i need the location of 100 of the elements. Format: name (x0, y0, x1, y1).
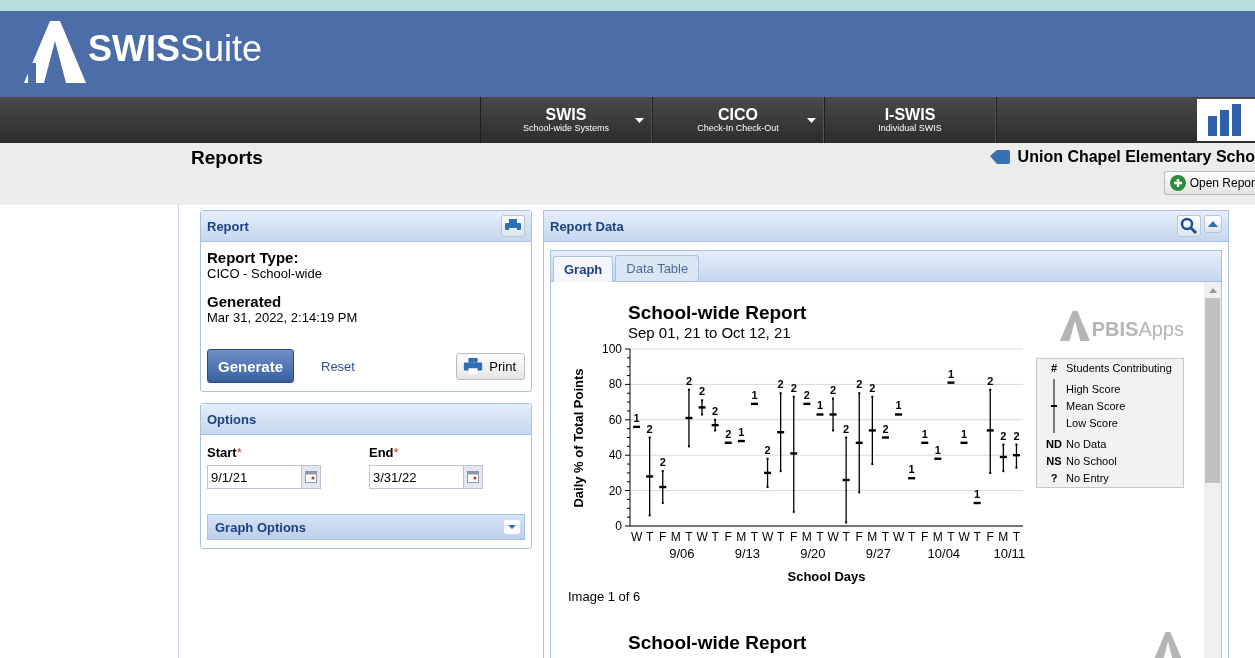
day-label: T (842, 530, 850, 544)
high-score-point (871, 395, 874, 398)
day-label: F (724, 530, 732, 544)
day-label: T (777, 530, 785, 544)
field-value: Mar 31, 2022, 2:14:19 PM (207, 310, 359, 325)
student-count: 2 (659, 456, 666, 469)
legend-symbol: ND (1045, 438, 1063, 450)
low-score-point (648, 514, 651, 517)
open-report-button[interactable]: Open Repor (1163, 171, 1255, 195)
mean-score-mark (777, 431, 785, 434)
day-label: T (646, 530, 654, 544)
student-count: 2 (1000, 429, 1007, 442)
student-count: 1 (921, 427, 928, 440)
week-label: 9/06 (669, 546, 695, 561)
student-count: 2 (790, 381, 797, 394)
day-label: T (1012, 530, 1021, 544)
low-score-point (766, 486, 769, 489)
high-score-point (779, 392, 782, 395)
day-label: T (973, 530, 981, 544)
scrollbar[interactable] (1204, 282, 1221, 658)
student-count: 2 (685, 374, 692, 387)
student-count: 1 (961, 427, 968, 440)
date-label: End (369, 445, 394, 460)
plus-icon (1169, 175, 1186, 191)
school-name: Union Chapel Elementary Scho (1017, 148, 1255, 166)
legend-label: Students Contributing (1066, 362, 1172, 374)
search-icon[interactable] (1177, 215, 1201, 237)
tab[interactable]: Graph (553, 256, 614, 282)
score-range-icon (1051, 379, 1057, 433)
low-score-point (687, 445, 690, 448)
graph-title: School-wide Report (628, 302, 807, 324)
field-label: Report Type: (207, 249, 300, 266)
student-count: 2 (777, 378, 784, 391)
week-label: 10/04 (927, 546, 961, 561)
student-count: 2 (882, 422, 889, 435)
day-label: F (921, 530, 929, 544)
score-range-line (662, 470, 664, 504)
mean-score-mark (895, 413, 903, 416)
bar-chart-icon[interactable] (1197, 99, 1255, 141)
high-score-point (792, 395, 795, 398)
tab[interactable]: Data Table (615, 255, 700, 281)
day-label: M (736, 530, 747, 544)
student-count: 1 (947, 367, 954, 380)
day-label: W (958, 530, 970, 544)
legend-symbol: # (1049, 362, 1059, 374)
week-label: 9/20 (800, 546, 826, 561)
mean-score-mark (908, 477, 916, 480)
legend-symbol: NS (1045, 455, 1063, 467)
student-count: 2 (856, 378, 863, 391)
print-button[interactable]: Print (456, 352, 525, 380)
score-range-line (766, 458, 769, 488)
mean-score-mark (855, 441, 863, 444)
score-range-line (832, 397, 834, 432)
date-field[interactable]: 9/1/21 (207, 465, 321, 489)
score-range-line (1015, 443, 1018, 469)
low-score-point (1015, 466, 1018, 469)
day-label: M (867, 530, 878, 544)
score-range-line (871, 396, 873, 465)
legend-label: No Data (1066, 438, 1107, 450)
mean-score-mark (711, 423, 719, 427)
day-label: F (790, 530, 798, 544)
panel-title: Report (207, 218, 249, 234)
day-label: T (816, 530, 824, 544)
low-score-point (701, 413, 704, 416)
collapse-icon[interactable] (1204, 215, 1222, 233)
date-label: Start (207, 445, 237, 460)
app-logo-text: SWISSuite (88, 31, 263, 67)
student-count: 1 (633, 411, 640, 424)
graph-options-bar[interactable]: Graph Options (207, 514, 525, 540)
required-mark: * (393, 445, 399, 460)
score-range-line (1002, 443, 1004, 472)
student-count: 2 (830, 383, 837, 396)
day-label: W (827, 530, 839, 544)
day-label: F (855, 530, 863, 544)
score-range-line (701, 399, 703, 416)
y-tick-label: 20 (608, 483, 622, 498)
day-label: T (908, 530, 916, 544)
student-count: 2 (764, 443, 771, 456)
y-tick-label: 60 (608, 412, 622, 427)
print-icon[interactable] (501, 215, 525, 237)
mean-score-mark (960, 441, 968, 444)
date-field[interactable]: 3/31/22 (369, 465, 483, 489)
reset-link[interactable]: Reset (321, 358, 457, 374)
low-score-point (871, 463, 874, 466)
student-count: 1 (908, 463, 915, 476)
generate-button[interactable]: Generate (207, 349, 294, 383)
x-axis-label: School Days (787, 569, 866, 584)
legend-label: Mean Score (1066, 400, 1126, 412)
legend-label: No School (1066, 455, 1117, 467)
required-mark: * (236, 445, 242, 460)
high-score-point (687, 388, 690, 391)
calendar-icon (305, 471, 317, 483)
printer-icon (463, 358, 484, 374)
day-label: W (630, 530, 643, 544)
mean-score-mark (921, 441, 929, 444)
mean-score-mark (842, 478, 850, 482)
high-score-point (766, 457, 769, 460)
calendar-icon (467, 471, 479, 483)
mean-score-mark (764, 471, 772, 475)
student-count: 1 (974, 488, 981, 500)
